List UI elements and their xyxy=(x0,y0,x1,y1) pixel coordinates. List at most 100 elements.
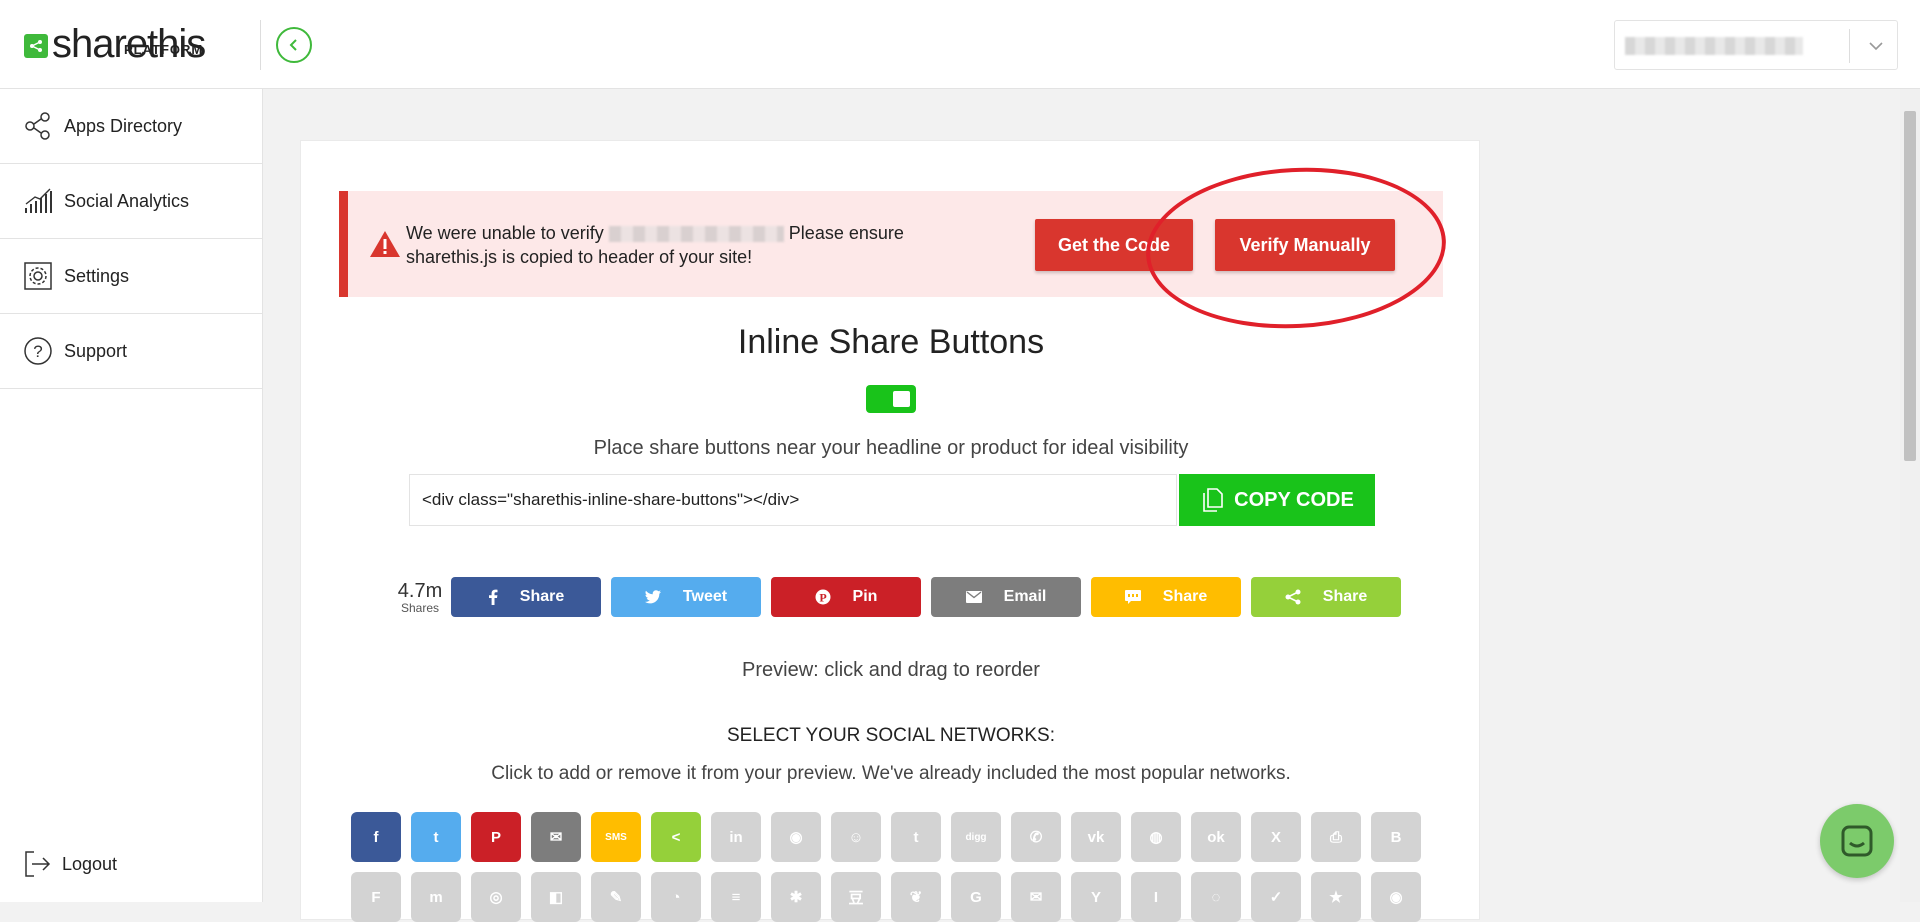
alert-text-start: We were unable to verify xyxy=(406,223,604,243)
network-toggle-meneame[interactable]: m xyxy=(411,872,461,922)
preview-email-button[interactable]: Email xyxy=(931,577,1081,617)
network-toggle-reddit[interactable]: ☺ xyxy=(831,812,881,862)
chevron-down-icon xyxy=(1869,42,1883,51)
periscope-icon: ◎ xyxy=(489,889,503,906)
network-toggle-messenger[interactable]: ◉ xyxy=(771,812,821,862)
network-toggle-hacker-news[interactable]: Y xyxy=(1071,872,1121,922)
meneame-icon: m xyxy=(429,888,443,906)
sidebar-item-social-analytics[interactable]: Social Analytics xyxy=(0,164,262,239)
preview-button-label: Share xyxy=(1162,588,1208,605)
facebook-icon xyxy=(488,589,498,605)
chat-widget-button[interactable] xyxy=(1820,804,1894,878)
network-toggle-email[interactable]: ✉ xyxy=(531,812,581,862)
page-scrollbar[interactable] xyxy=(1900,89,1920,902)
network-toggle-pinterest[interactable]: P xyxy=(471,812,521,862)
network-toggle-buffer[interactable]: ≡ xyxy=(711,872,761,922)
copy-code-label: COPY CODE xyxy=(1234,488,1354,511)
network-toggle-linkedin[interactable]: in xyxy=(711,812,761,862)
preview-pinterest-button[interactable]: P Pin xyxy=(771,577,921,617)
network-toggle-livejournal[interactable]: ✎ xyxy=(591,872,641,922)
alert-message: We were unable to verify Please ensure s… xyxy=(406,221,926,269)
network-toggle-line[interactable]: ◌ xyxy=(1191,872,1241,922)
copy-code-button[interactable]: COPY CODE xyxy=(1179,474,1375,526)
network-toggle-google[interactable]: G xyxy=(951,872,1001,922)
preview-sharethis-button[interactable]: Share xyxy=(1251,577,1401,617)
network-toggle-twitter[interactable]: t xyxy=(411,812,461,862)
logout-label: Logout xyxy=(62,853,118,874)
facebook-icon: f xyxy=(373,828,379,846)
sidebar-item-support[interactable]: ? Support xyxy=(0,314,262,389)
sidebar-item-apps-directory[interactable]: Apps Directory xyxy=(0,89,262,164)
network-toggle-tumblr[interactable]: t xyxy=(891,812,941,862)
svg-text:?: ? xyxy=(33,342,42,361)
network-toggle-yelp[interactable]: ✱ xyxy=(771,872,821,922)
digg-icon: digg xyxy=(965,831,987,843)
network-toggle-pocket[interactable]: ✓ xyxy=(1251,872,1301,922)
vk-icon: vk xyxy=(1087,828,1105,846)
twitter-icon xyxy=(644,590,661,604)
preview-sms-button[interactable]: Share xyxy=(1091,577,1241,617)
network-toggle-delicious[interactable]: ◧ xyxy=(531,872,581,922)
network-toggle-gmail[interactable]: ✉ xyxy=(1011,872,1061,922)
hacker-news-icon: Y xyxy=(1090,888,1101,906)
preview-twitter-button[interactable]: Tweet xyxy=(611,577,761,617)
chat-icon xyxy=(1841,825,1873,857)
preview-button-label: Email xyxy=(1003,588,1047,605)
header-divider xyxy=(260,20,261,70)
network-toggle-print[interactable]: ⎙ xyxy=(1311,812,1361,862)
network-toggle-facebook[interactable]: f xyxy=(351,812,401,862)
sidebar-item-label: Settings xyxy=(64,265,130,286)
copy-icon xyxy=(1203,488,1223,512)
account-selector[interactable] xyxy=(1614,20,1898,70)
pocket-icon: ✓ xyxy=(1269,889,1283,906)
toggle-knob xyxy=(893,391,910,407)
network-toggle-bookmark[interactable]: ★ xyxy=(1311,872,1361,922)
pinterest-icon: P xyxy=(490,828,501,846)
line-icon: ◌ xyxy=(1211,888,1221,906)
network-toggle-blogger[interactable]: B xyxy=(1371,812,1421,862)
share-counter: 4.7m Shares xyxy=(387,581,453,615)
preview-facebook-button[interactable]: Share xyxy=(451,577,601,617)
sidebar-item-label: Social Analytics xyxy=(64,190,190,211)
sharethis-icon: < xyxy=(671,828,681,846)
network-toggle-vk[interactable]: vk xyxy=(1071,812,1121,862)
network-toggle-digg[interactable]: digg xyxy=(951,812,1001,862)
network-toggle-weibo[interactable]: ◍ xyxy=(1131,812,1181,862)
sidebar: Apps Directory Social Analytics Settings… xyxy=(0,89,263,902)
network-toggle-douban[interactable]: 豆 xyxy=(831,872,881,922)
network-toggle-wechat[interactable]: ◔ xyxy=(651,872,701,922)
share-nodes-icon xyxy=(22,110,54,142)
email-icon xyxy=(965,591,982,603)
scrollbar-thumb[interactable] xyxy=(1904,111,1916,461)
wechat-icon: ◔ xyxy=(671,888,681,906)
network-toggle-periscope[interactable]: ◎ xyxy=(471,872,521,922)
gmail-icon: ✉ xyxy=(1029,889,1043,906)
enable-toggle[interactable] xyxy=(866,385,916,413)
logout-button[interactable]: Logout xyxy=(22,849,117,879)
network-toggle-flipboard[interactable]: F xyxy=(351,872,401,922)
logo-subtitle: PLATFORM xyxy=(124,42,204,57)
network-toggle-instapaper[interactable]: I xyxy=(1131,872,1181,922)
sms-icon xyxy=(1124,590,1141,604)
google-icon: G xyxy=(970,888,982,906)
network-toggle-sharethis[interactable]: < xyxy=(651,812,701,862)
odnoklassniki-icon: ok xyxy=(1207,828,1225,846)
network-toggle-whatsapp[interactable]: ✆ xyxy=(1011,812,1061,862)
linkedin-icon: in xyxy=(729,828,743,846)
bookmark-icon: ★ xyxy=(1329,889,1343,906)
network-toggle-xing[interactable]: X xyxy=(1251,812,1301,862)
messenger-icon: ◉ xyxy=(789,829,803,846)
pinterest-icon: P xyxy=(815,589,831,605)
preview-button-label: Pin xyxy=(852,588,878,605)
question-icon: ? xyxy=(22,335,54,367)
network-toggle-evernote[interactable]: ❦ xyxy=(891,872,941,922)
top-bar: sharethis PLATFORM xyxy=(0,0,1920,89)
sidebar-item-settings[interactable]: Settings xyxy=(0,239,262,314)
yelp-icon: ✱ xyxy=(789,889,803,906)
network-toggle-sms[interactable]: SMS xyxy=(591,812,641,862)
back-button[interactable] xyxy=(276,27,312,63)
network-toggle-odnoklassniki[interactable]: ok xyxy=(1191,812,1241,862)
livejournal-icon: ✎ xyxy=(609,889,623,906)
network-toggle-other[interactable]: ◉ xyxy=(1371,872,1421,922)
embed-code-field[interactable] xyxy=(409,474,1177,526)
